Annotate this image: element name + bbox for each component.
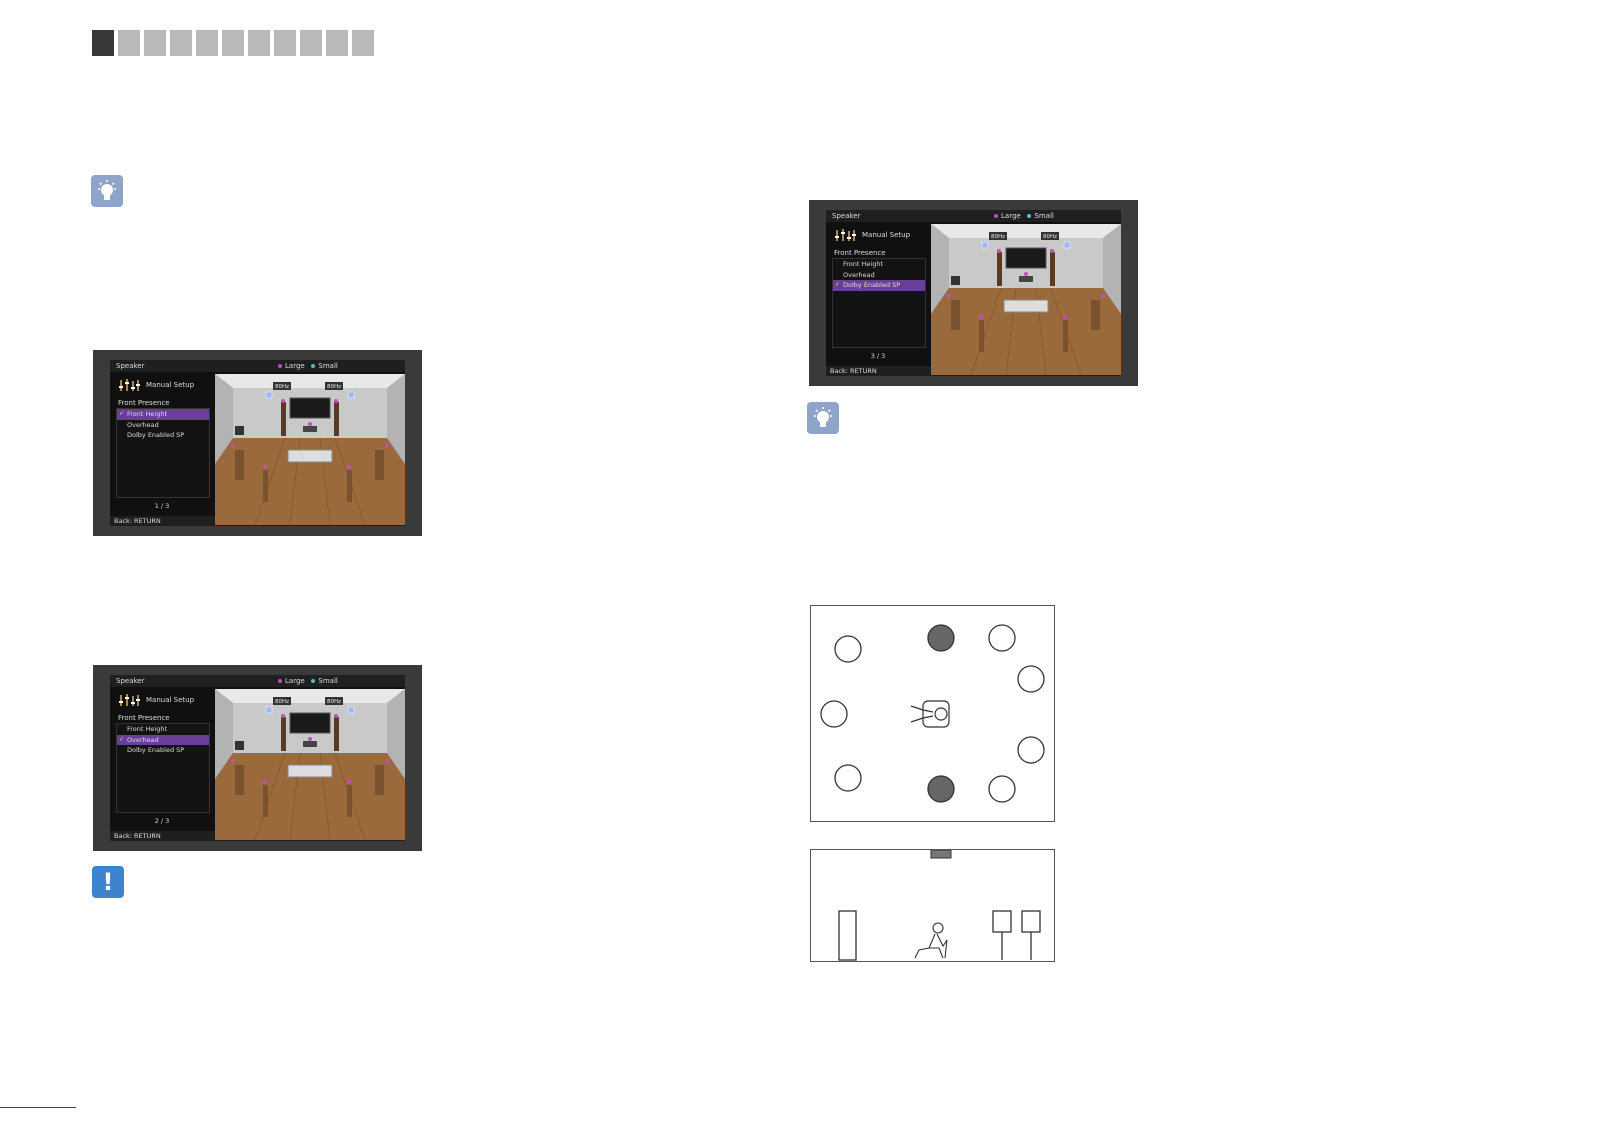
room-illustration: 80Hz 80Hz (931, 224, 1121, 375)
exclamation-glyph: ! (102, 868, 114, 896)
section-tab[interactable] (326, 30, 348, 56)
speaker-front-left-icon (834, 635, 862, 663)
freq-label-right: 80Hz (1043, 234, 1057, 240)
room-illustration: 80Hz 80Hz (215, 689, 405, 840)
parameter-name: Front Presence (118, 714, 170, 722)
speaker-screen-2: Speaker Large Small Manual Setup Front P… (93, 665, 422, 851)
option-item[interactable]: Dolby Enabled SP (117, 430, 209, 441)
menu-title: Manual Setup (146, 381, 195, 389)
screen-header: Speaker Large Small (826, 210, 1121, 222)
section-tab[interactable] (92, 30, 114, 56)
section-tab[interactable] (144, 30, 166, 56)
exclamation-icon: ! (92, 866, 124, 898)
small-dot-icon (1027, 213, 1032, 218)
parameter-name: Front Presence (834, 249, 886, 257)
freq-label-right: 80Hz (327, 384, 341, 390)
front-tower-speaker-icon (838, 910, 857, 961)
speaker-rear-right-icon (988, 775, 1016, 803)
freq-label-right: 80Hz (327, 699, 341, 705)
speaker-size-legend: Large Small (994, 210, 1054, 222)
section-tab[interactable] (118, 30, 140, 56)
screen-display: Speaker Large Small Manual Setup Front P… (110, 360, 405, 526)
equalizer-icon (835, 229, 856, 241)
option-item[interactable]: Front Height (833, 259, 925, 270)
small-dot-icon (311, 678, 316, 683)
menu-title: Manual Setup (862, 231, 911, 239)
legend-small-label: Small (1034, 212, 1054, 220)
speaker-surround-back-right-icon (1017, 736, 1045, 764)
speaker-size-legend: Large Small (278, 675, 338, 687)
screen-title: Speaker (116, 677, 145, 685)
page-indicator: 1 / 3 (154, 502, 170, 510)
section-tab[interactable] (222, 30, 244, 56)
option-item[interactable]: Dolby Enabled SP (117, 745, 209, 756)
screen-display: Speaker Large Small Manual Setup Front P… (826, 210, 1121, 376)
screen-header: Speaker Large Small (110, 360, 405, 372)
section-tab[interactable] (274, 30, 296, 56)
legend-large-label: Large (285, 362, 305, 370)
screen-header: Speaker Large Small (110, 675, 405, 687)
freq-label-left: 80Hz (275, 384, 289, 390)
speaker-side-left-icon (820, 700, 848, 728)
option-item[interactable]: Overhead (833, 270, 925, 281)
section-tab[interactable] (352, 30, 374, 56)
freq-label-left: 80Hz (275, 699, 289, 705)
menu-title: Manual Setup (146, 696, 195, 704)
speaker-size-legend: Large Small (278, 360, 338, 372)
section-tab[interactable] (196, 30, 218, 56)
section-tabs (92, 30, 374, 56)
speaker-screen-3: Speaker Large Small Manual Setup Front P… (809, 200, 1138, 386)
speaker-layout-top-view (810, 605, 1055, 822)
large-dot-icon (278, 678, 282, 683)
legend-large-label: Large (1001, 212, 1021, 220)
option-item[interactable]: Overhead (117, 420, 209, 431)
ceiling-speaker-icon (930, 849, 952, 859)
speaker-surround-right-icon (1017, 665, 1045, 693)
option-item[interactable]: Front Height (117, 724, 209, 735)
legend-large-label: Large (285, 677, 305, 685)
large-dot-icon (278, 363, 282, 368)
equalizer-icon (119, 694, 140, 706)
speaker-overhead-front-icon (927, 624, 955, 652)
footer-rule (0, 1107, 76, 1108)
option-item[interactable]: Dolby Enabled SP (833, 280, 925, 291)
listener-icon (910, 700, 950, 728)
room-illustration: 80Hz 80Hz (215, 374, 405, 525)
large-dot-icon (994, 213, 998, 218)
speaker-rear-left-icon (834, 764, 862, 792)
screen-title: Speaker (832, 212, 861, 220)
freq-label-left: 80Hz (991, 234, 1005, 240)
option-list: Front HeightOverheadDolby Enabled SP (116, 408, 210, 498)
legend-small-label: Small (318, 362, 338, 370)
surround-speakers-icon (992, 910, 1041, 960)
page-indicator: 2 / 3 (154, 817, 170, 825)
speaker-front-right-icon (988, 624, 1016, 652)
screen-display: Speaker Large Small Manual Setup Front P… (110, 675, 405, 841)
section-tab[interactable] (170, 30, 192, 56)
small-dot-icon (311, 363, 316, 368)
screen-title: Speaker (116, 362, 145, 370)
option-list: Front HeightOverheadDolby Enabled SP (116, 723, 210, 813)
lightbulb-icon (91, 175, 123, 207)
legend-small-label: Small (318, 677, 338, 685)
seated-listener-icon (914, 922, 948, 959)
section-tab[interactable] (248, 30, 270, 56)
equalizer-icon (119, 379, 140, 391)
speaker-layout-side-view (810, 849, 1055, 962)
option-item[interactable]: Front Height (117, 409, 209, 420)
lightbulb-icon (807, 402, 839, 434)
parameter-name: Front Presence (118, 399, 170, 407)
speaker-screen-1: Speaker Large Small Manual Setup Front P… (93, 350, 422, 536)
option-item[interactable]: Overhead (117, 734, 209, 745)
speaker-overhead-rear-icon (927, 775, 955, 803)
option-list: Front HeightOverheadDolby Enabled SP (832, 258, 926, 348)
page-indicator: 3 / 3 (870, 352, 886, 360)
section-tab[interactable] (300, 30, 322, 56)
